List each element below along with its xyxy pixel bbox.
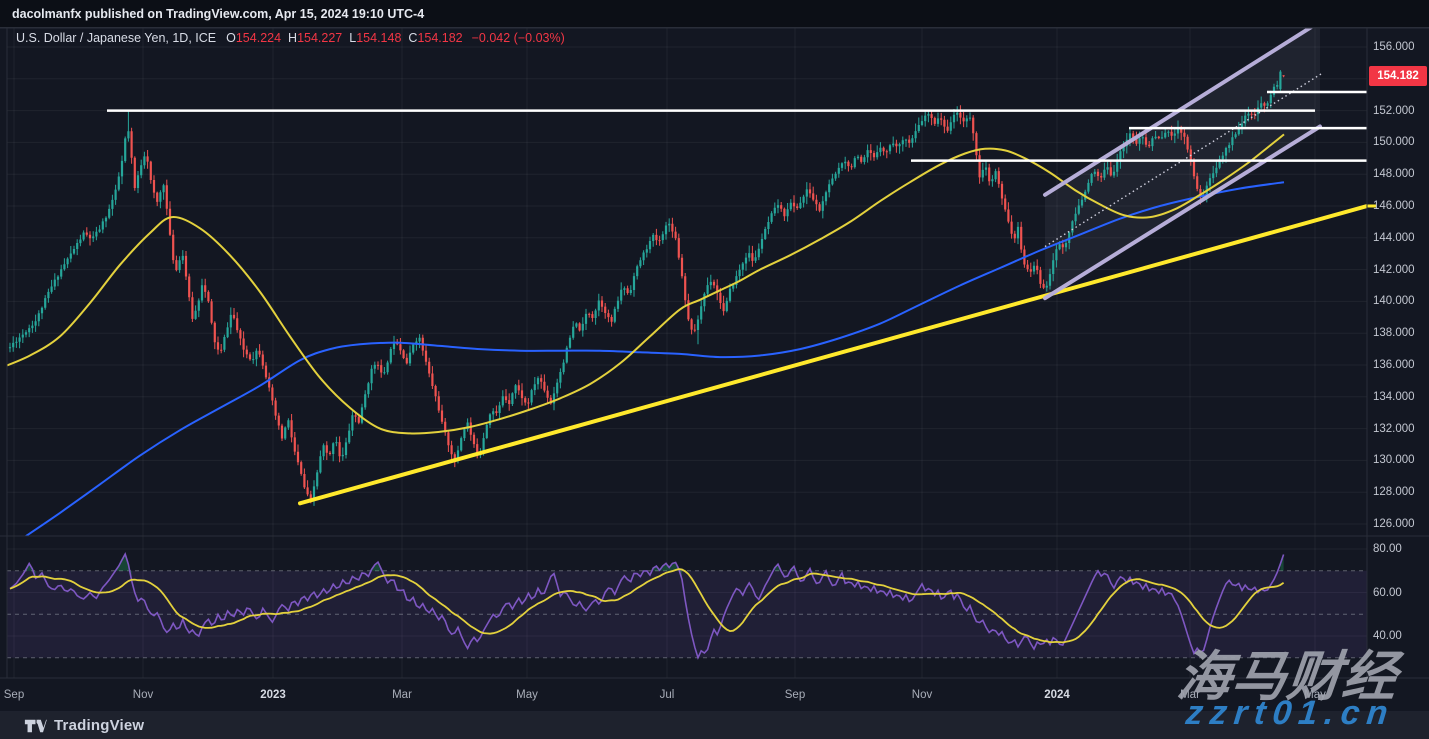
candle-bodies-down (86, 75, 1285, 498)
tradingview-snapshot: dacolmanfx published on TradingView.com,… (0, 0, 1429, 739)
chart-canvas[interactable] (0, 0, 1429, 739)
time-axis-label-sep: Sep (785, 689, 805, 701)
candle-wicks-up (10, 70, 1280, 506)
time-axis-label-nov: Nov (133, 689, 153, 701)
symbol-title: U.S. Dollar / Japanese Yen, 1D, ICE (16, 31, 216, 45)
chart-legend[interactable]: U.S. Dollar / Japanese Yen, 1D, ICE O154.… (16, 31, 565, 45)
time-axis-label-2023: 2023 (260, 689, 286, 701)
time-axis-label-mar: Mar (392, 689, 412, 701)
last-price-label: 154.182 (1369, 66, 1427, 86)
price-axis-label: 126.000 (1373, 518, 1415, 530)
price-axis-label: 138.000 (1373, 327, 1415, 339)
price-axis-label: 134.000 (1373, 391, 1415, 403)
ohlc-o: O154.224 (226, 31, 281, 45)
watermark-domain: zzrt01.cn (1184, 694, 1397, 733)
time-axis-label-sep: Sep (4, 689, 24, 701)
price-axis-label: 146.000 (1373, 200, 1415, 212)
price-axis-label: 132.000 (1373, 423, 1415, 435)
price-axis-label: 148.000 (1373, 168, 1415, 180)
support-trendline[interactable] (300, 206, 1367, 503)
price-axis-label: 144.000 (1373, 232, 1415, 244)
price-axis-label: 130.000 (1373, 454, 1415, 466)
price-axis-label: 156.000 (1373, 41, 1415, 53)
rsi-axis-label: 60.00 (1373, 587, 1402, 599)
ohlc-l: L154.148 (349, 31, 401, 45)
price-axis-label: 140.000 (1373, 295, 1415, 307)
rsi-axis-label: 80.00 (1373, 543, 1402, 555)
time-axis-label-2024: 2024 (1044, 689, 1070, 701)
price-axis-label: 128.000 (1373, 486, 1415, 498)
tradingview-wordmark[interactable]: TradingView (54, 717, 144, 734)
tradingview-logo-icon[interactable] (24, 718, 47, 734)
price-axis-label: 152.000 (1373, 105, 1415, 117)
price-axis-label: 142.000 (1373, 264, 1415, 276)
price-axis-label: 136.000 (1373, 359, 1415, 371)
time-axis-label-nov: Nov (912, 689, 932, 701)
price-pane[interactable] (0, 22, 1367, 537)
ohlc-h: H154.227 (288, 31, 342, 45)
time-axis-label-jul: Jul (660, 689, 675, 701)
ohlc-c: C154.182 (408, 31, 462, 45)
price-axis-label: 150.000 (1373, 136, 1415, 148)
change-value: −0.042 (−0.03%) (472, 31, 565, 45)
rsi-pane[interactable] (7, 554, 1367, 658)
time-axis-label-may: May (516, 689, 538, 701)
